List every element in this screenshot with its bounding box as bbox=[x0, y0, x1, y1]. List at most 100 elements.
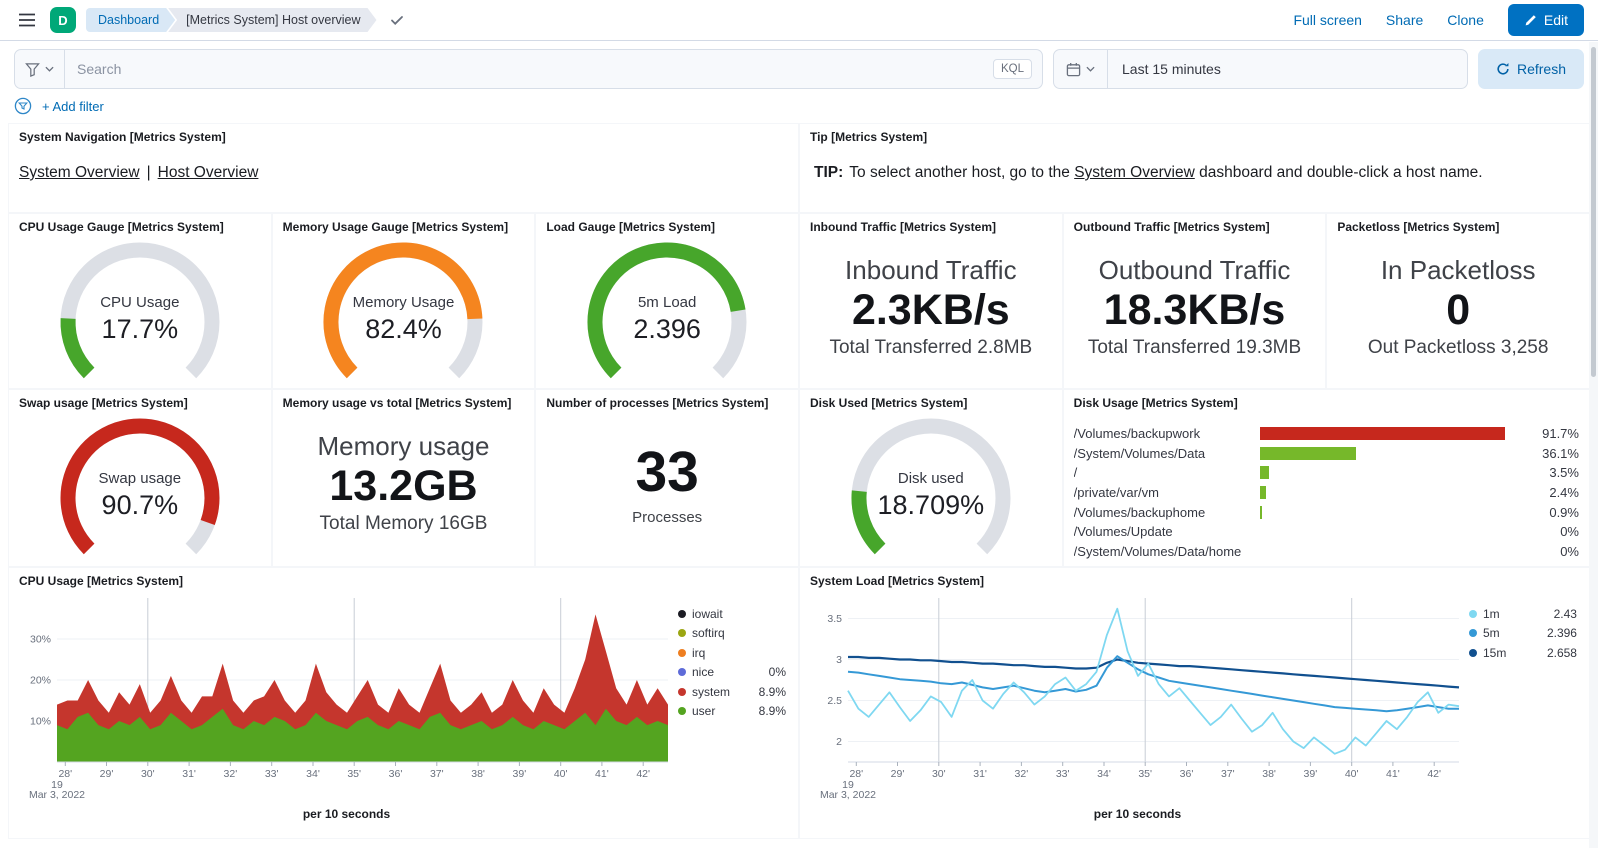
legend-item[interactable]: irq bbox=[678, 643, 786, 663]
metric-sub: Total Memory 16GB bbox=[320, 513, 488, 535]
legend-item[interactable]: user 8.9% bbox=[678, 702, 786, 722]
panel-memory-usage-gauge: Memory Usage Gauge [Metrics System] Memo… bbox=[272, 213, 536, 389]
disk-used-gauge: Disk used18.709% bbox=[831, 414, 1031, 562]
svg-text:30': 30' bbox=[932, 768, 946, 780]
space-avatar[interactable]: D bbox=[50, 7, 76, 33]
legend-swatch bbox=[1469, 629, 1477, 637]
kql-badge[interactable]: KQL bbox=[993, 59, 1032, 79]
filter-bar: + Add filter bbox=[0, 93, 1598, 123]
disk-bar-track bbox=[1260, 486, 1527, 499]
metric-sub: Total Transferred 19.3MB bbox=[1088, 337, 1301, 359]
svg-text:42': 42' bbox=[1427, 768, 1441, 780]
clone-link[interactable]: Clone bbox=[1447, 12, 1484, 28]
system-overview-link[interactable]: System Overview bbox=[19, 164, 140, 181]
tip-after: dashboard and double-click a host name. bbox=[1195, 164, 1483, 181]
panel-memory-usage-vs-total: Memory usage vs total [Metrics System] M… bbox=[272, 389, 536, 567]
scrollbar-thumb[interactable] bbox=[1591, 47, 1596, 377]
panel-cpu-usage-gauge: CPU Usage Gauge [Metrics System] CPU Usa… bbox=[8, 213, 272, 389]
menu-button[interactable] bbox=[14, 9, 40, 31]
disk-percent: 0% bbox=[1535, 544, 1579, 559]
disk-usage-row: /Volumes/Update 0% bbox=[1074, 522, 1579, 542]
panel-system-navigation: System Navigation [Metrics System] Syste… bbox=[8, 123, 799, 213]
svg-text:20%: 20% bbox=[30, 675, 51, 687]
disk-path: /Volumes/backupwork bbox=[1074, 426, 1256, 441]
panel-outbound-traffic: Outbound Traffic [Metrics System] Outbou… bbox=[1063, 213, 1327, 389]
svg-text:31': 31' bbox=[973, 768, 987, 780]
tip-system-overview-link[interactable]: System Overview bbox=[1074, 164, 1195, 181]
metric-heading: In Packetloss bbox=[1381, 255, 1536, 286]
svg-text:36': 36' bbox=[389, 768, 403, 780]
filter-in-circle-icon[interactable] bbox=[14, 97, 32, 115]
full-screen-link[interactable]: Full screen bbox=[1293, 12, 1361, 28]
load-chart-legend: 1m 2.43 5m 2.396 15m 2.658 bbox=[1465, 590, 1577, 807]
legend-label: 1m bbox=[1483, 607, 1500, 621]
panel-title: Memory Usage Gauge [Metrics System] bbox=[283, 220, 525, 234]
panel-inbound-traffic: Inbound Traffic [Metrics System] Inbound… bbox=[799, 213, 1063, 389]
refresh-icon bbox=[1496, 62, 1510, 76]
panel-swap-usage-gauge: Swap usage [Metrics System] Swap usage90… bbox=[8, 389, 272, 567]
gauge-label: Memory Usage bbox=[303, 294, 503, 311]
search-bar-group: KQL bbox=[14, 49, 1043, 89]
panel-title: Disk Usage [Metrics System] bbox=[1074, 396, 1579, 410]
legend-item[interactable]: 1m 2.43 bbox=[1469, 604, 1577, 624]
disk-percent: 0.9% bbox=[1535, 505, 1579, 520]
disk-bar-track bbox=[1260, 506, 1527, 519]
refresh-button[interactable]: Refresh bbox=[1478, 49, 1584, 89]
svg-text:32': 32' bbox=[224, 768, 238, 780]
scrollbar[interactable] bbox=[1589, 42, 1598, 848]
gauge-label: Swap usage bbox=[40, 470, 240, 487]
disk-bar bbox=[1260, 486, 1266, 499]
legend-value: 2.658 bbox=[1547, 646, 1577, 660]
search-input[interactable] bbox=[65, 61, 993, 77]
panel-title: Disk Used [Metrics System] bbox=[810, 396, 1052, 410]
legend-label: softirq bbox=[692, 626, 725, 640]
refresh-button-label: Refresh bbox=[1517, 61, 1566, 77]
link-separator: | bbox=[147, 164, 151, 181]
saved-query-menu-button[interactable] bbox=[15, 50, 65, 88]
disk-usage-row: /private/var/vm 2.4% bbox=[1074, 483, 1579, 503]
breadcrumb-current[interactable]: [Metrics System] Host overview bbox=[168, 8, 376, 32]
disk-bar bbox=[1260, 466, 1269, 479]
disk-bar bbox=[1260, 506, 1262, 519]
svg-text:34': 34' bbox=[1097, 768, 1111, 780]
metric-sub: Out Packetloss 3,258 bbox=[1368, 337, 1549, 359]
legend-value: 8.9% bbox=[759, 685, 786, 699]
edit-button-label: Edit bbox=[1544, 12, 1568, 28]
legend-label: 5m bbox=[1483, 626, 1500, 640]
legend-label: iowait bbox=[692, 607, 723, 621]
date-picker-button[interactable] bbox=[1054, 50, 1108, 88]
edit-button[interactable]: Edit bbox=[1508, 4, 1584, 36]
legend-item[interactable]: softirq bbox=[678, 624, 786, 644]
disk-usage-row: /System/Volumes/Data/home 0% bbox=[1074, 542, 1579, 562]
date-picker-group: Last 15 minutes bbox=[1053, 49, 1468, 89]
time-range-display[interactable]: Last 15 minutes bbox=[1108, 61, 1221, 77]
legend-item[interactable]: iowait bbox=[678, 604, 786, 624]
cpu-chart-legend: iowait softirq irq nice 0% system 8.9% u… bbox=[674, 590, 786, 807]
legend-swatch bbox=[678, 610, 686, 618]
top-navigation-bar: D Dashboard [Metrics System] Host overvi… bbox=[0, 0, 1598, 41]
svg-text:37': 37' bbox=[1221, 768, 1235, 780]
add-filter-button[interactable]: + Add filter bbox=[42, 99, 104, 114]
host-overview-link[interactable]: Host Overview bbox=[158, 164, 259, 181]
legend-item[interactable]: nice 0% bbox=[678, 663, 786, 683]
share-link[interactable]: Share bbox=[1386, 12, 1423, 28]
panel-title: Load Gauge [Metrics System] bbox=[546, 220, 788, 234]
svg-text:40': 40' bbox=[554, 768, 568, 780]
disk-path: /System/Volumes/Data bbox=[1074, 446, 1256, 461]
legend-item[interactable]: 5m 2.396 bbox=[1469, 624, 1577, 644]
panel-disk-usage: Disk Usage [Metrics System] /Volumes/bac… bbox=[1063, 389, 1590, 567]
processes-label: Processes bbox=[632, 509, 702, 526]
packetloss-metric: In Packetloss 0 Out Packetloss 3,258 bbox=[1337, 234, 1579, 380]
legend-label: system bbox=[692, 685, 730, 699]
chevron-down-icon bbox=[1086, 66, 1095, 72]
svg-text:32': 32' bbox=[1015, 768, 1029, 780]
panel-title: Memory usage vs total [Metrics System] bbox=[283, 396, 525, 410]
legend-item[interactable]: system 8.9% bbox=[678, 682, 786, 702]
metric-value: 18.3KB/s bbox=[1104, 286, 1286, 335]
panel-load-gauge: Load Gauge [Metrics System] 5m Load2.396 bbox=[535, 213, 799, 389]
svg-text:Mar 3, 2022: Mar 3, 2022 bbox=[29, 789, 85, 801]
breadcrumb-dashboard[interactable]: Dashboard bbox=[86, 8, 175, 32]
legend-item[interactable]: 15m 2.658 bbox=[1469, 643, 1577, 663]
svg-text:29': 29' bbox=[100, 768, 114, 780]
panel-title: System Navigation [Metrics System] bbox=[19, 130, 788, 144]
